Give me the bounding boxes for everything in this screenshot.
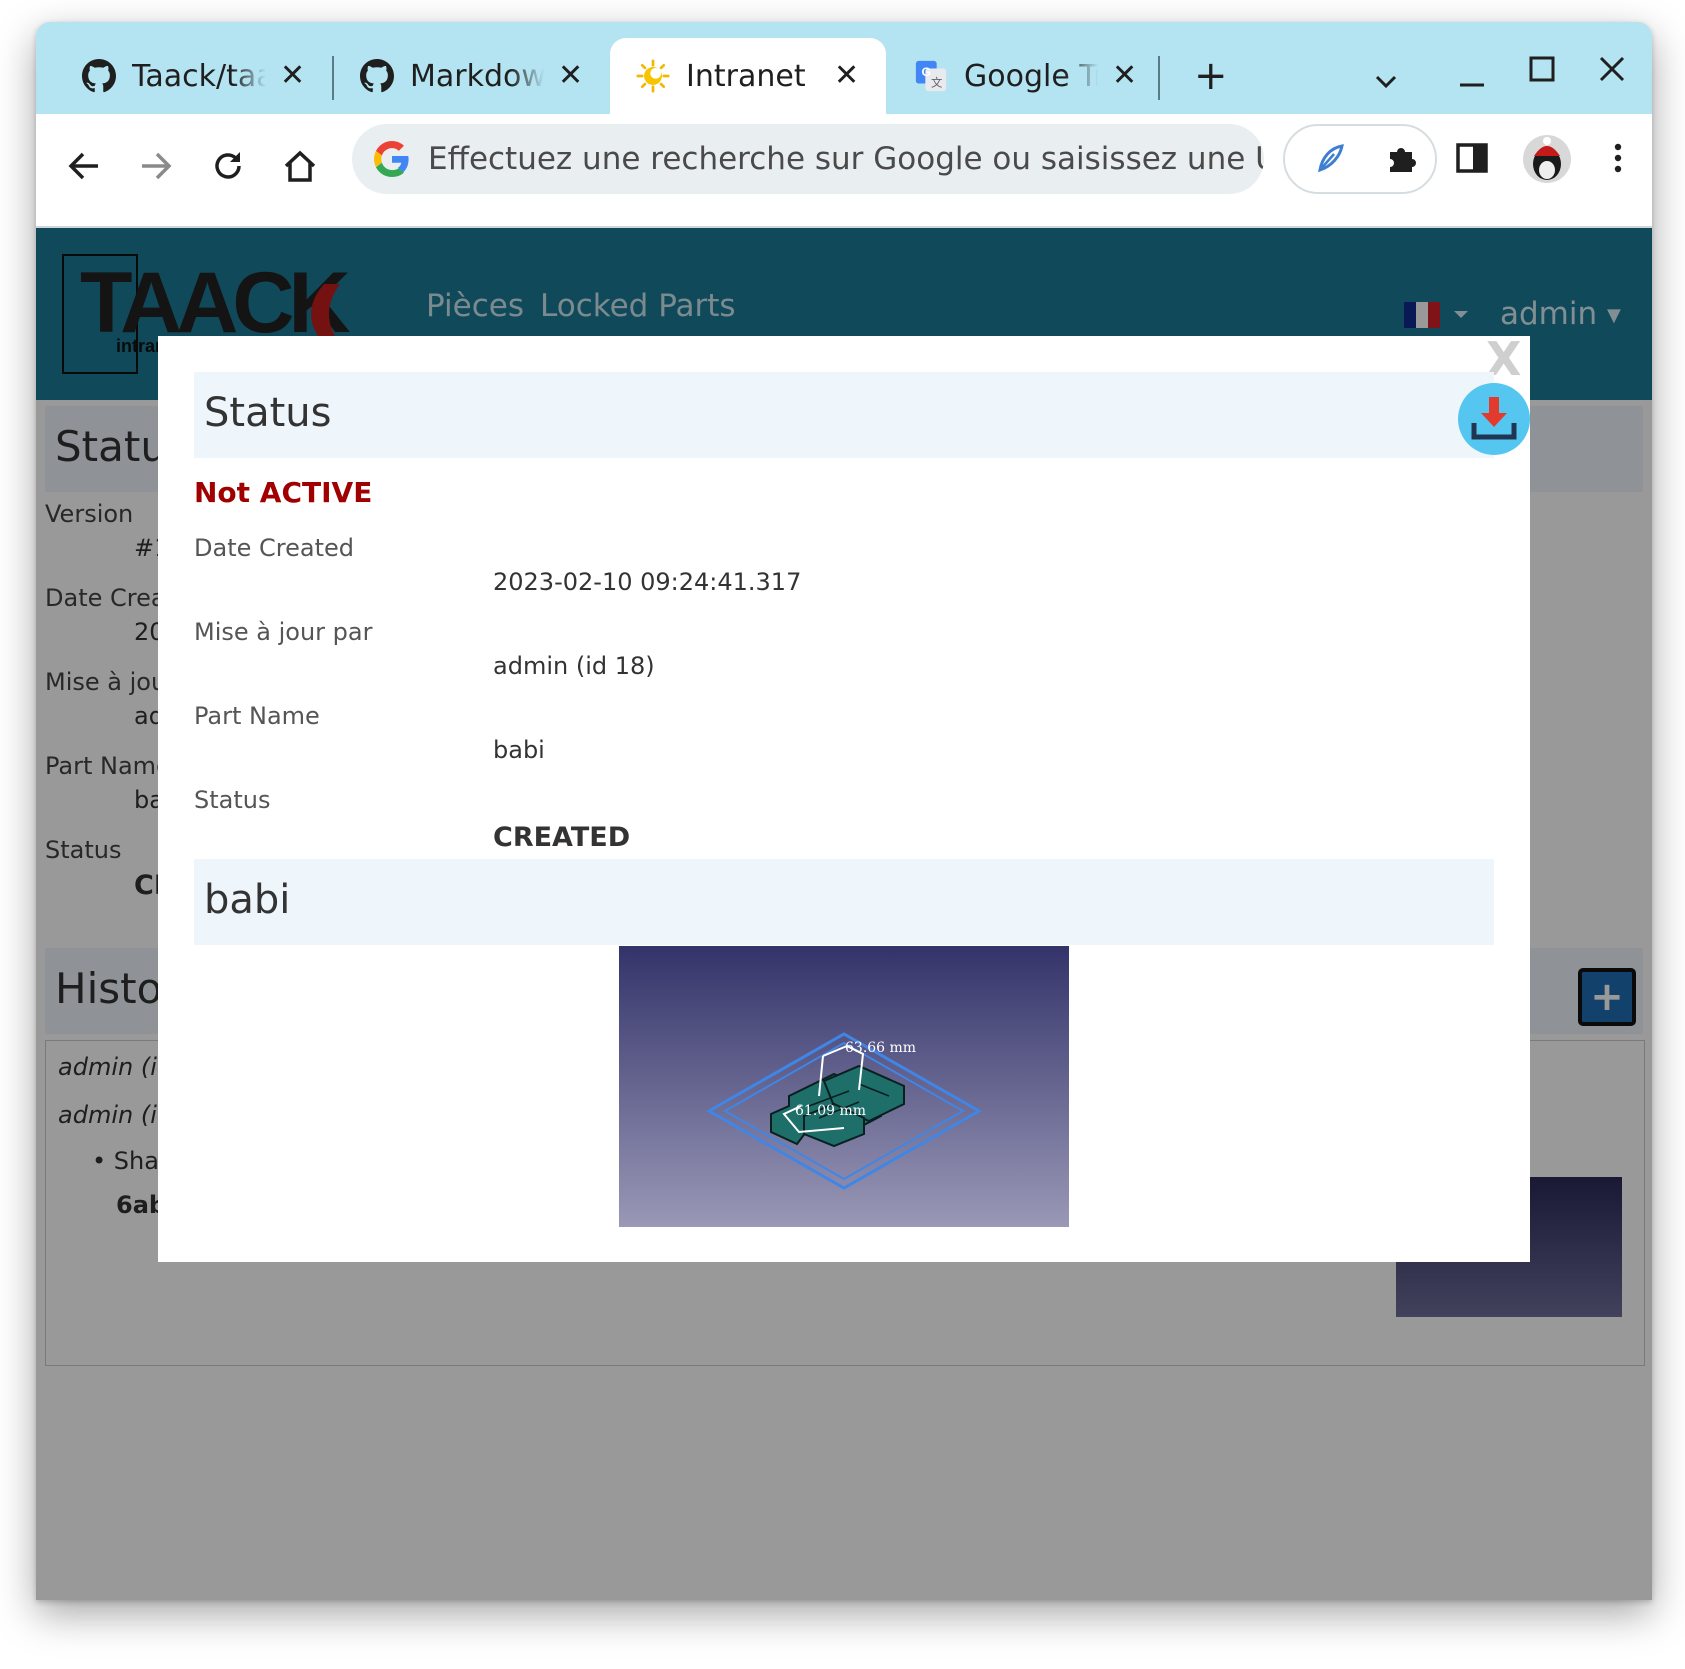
tab-strip: Taack/taack ✕ Markdown ✕ <box>36 22 1652 114</box>
forward-icon[interactable] <box>134 144 178 188</box>
extensions-puzzle-icon[interactable] <box>1380 136 1424 180</box>
close-window-icon[interactable] <box>1596 52 1628 92</box>
new-tab-icon[interactable]: + <box>1194 56 1228 96</box>
intranet-sun-icon <box>636 59 670 93</box>
tab-title: Intranet <box>686 58 806 94</box>
tab-close-icon[interactable]: ✕ <box>558 61 583 91</box>
part-name-label: Part Name <box>194 702 320 730</box>
github-icon <box>360 59 394 93</box>
page-content: TAACK intranet Pièces Locked Parts admin… <box>36 228 1652 1600</box>
tab-separator <box>1158 56 1160 100</box>
tab-title: Taack/taack <box>132 58 266 94</box>
address-bar[interactable]: Effectuez une recherche sur Google ou sa… <box>352 124 1264 194</box>
browser-window: Taack/taack ✕ Markdown ✕ <box>36 22 1652 1600</box>
profile-avatar[interactable] <box>1522 134 1572 184</box>
svg-text:G: G <box>922 65 932 79</box>
back-icon[interactable] <box>62 144 106 188</box>
updated-by-label: Mise à jour par <box>194 618 373 646</box>
maximize-icon[interactable] <box>1526 52 1558 92</box>
google-translate-icon: G 文 <box>914 59 948 93</box>
tab-markdown[interactable]: Markdown ✕ <box>334 38 594 114</box>
status-value: CREATED <box>493 822 631 853</box>
svg-text:文: 文 <box>931 75 942 89</box>
dimension-label-2: 61.09 mm <box>795 1103 866 1119</box>
part-section-title: babi <box>204 877 291 923</box>
extension-feather-icon[interactable] <box>1308 136 1352 180</box>
download-button[interactable] <box>1458 383 1530 455</box>
tab-close-icon[interactable]: ✕ <box>280 61 305 91</box>
status-badge: Not ACTIVE <box>194 476 373 509</box>
github-icon <box>82 59 116 93</box>
part-name-value: babi <box>493 736 545 764</box>
modal-header: Status <box>194 372 1530 458</box>
modal-title: Status <box>204 390 332 436</box>
tab-title: Google Traduction <box>964 58 1098 94</box>
status-label: Status <box>194 786 271 814</box>
updated-by-value: admin (id 18) <box>493 652 655 680</box>
date-created-value: 2023-02-10 09:24:41.317 <box>493 568 802 596</box>
status-modal: X Status Not ACTIVE Date Created 2023-02… <box>158 336 1530 1262</box>
date-created-label: Date Created <box>194 534 354 562</box>
tab-close-icon[interactable]: ✕ <box>1112 61 1137 91</box>
tab-google-translate[interactable]: G 文 Google Traduction ✕ <box>888 38 1148 114</box>
part-section-header: babi <box>194 859 1494 945</box>
tab-close-icon[interactable]: ✕ <box>834 61 859 91</box>
browser-menu-icon[interactable] <box>1596 136 1640 180</box>
tab-search-chevron-icon[interactable] <box>1372 62 1400 102</box>
reload-icon[interactable] <box>206 144 250 188</box>
google-icon <box>374 141 410 177</box>
tab-taack[interactable]: Taack/taack ✕ <box>56 38 316 114</box>
home-icon[interactable] <box>278 144 322 188</box>
cad-preview-image[interactable]: 63.66 mm 61.09 mm <box>619 946 1069 1227</box>
side-panel-icon[interactable] <box>1450 136 1494 180</box>
dimension-label-1: 63.66 mm <box>845 1040 916 1056</box>
download-icon <box>1471 397 1517 440</box>
tab-intranet[interactable]: Intranet ✕ <box>610 38 886 114</box>
address-placeholder: Effectuez une recherche sur Google ou sa… <box>428 141 1264 177</box>
tab-title: Markdown <box>410 58 544 94</box>
minimize-icon[interactable] <box>1456 62 1488 102</box>
